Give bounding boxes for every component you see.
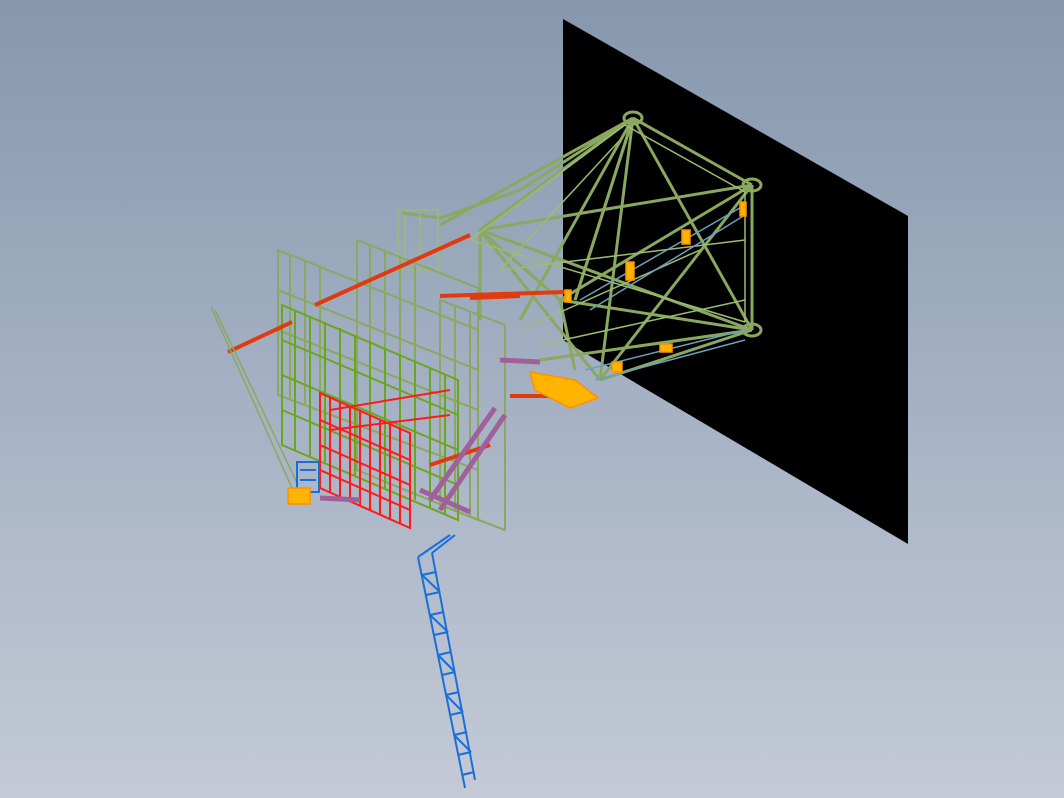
model-scene[interactable] <box>0 0 1064 798</box>
panel-frames-back[interactable] <box>277 238 506 532</box>
lattice-boom[interactable] <box>417 534 476 789</box>
cad-viewport[interactable] <box>0 0 1064 798</box>
back-plate[interactable] <box>563 19 908 544</box>
